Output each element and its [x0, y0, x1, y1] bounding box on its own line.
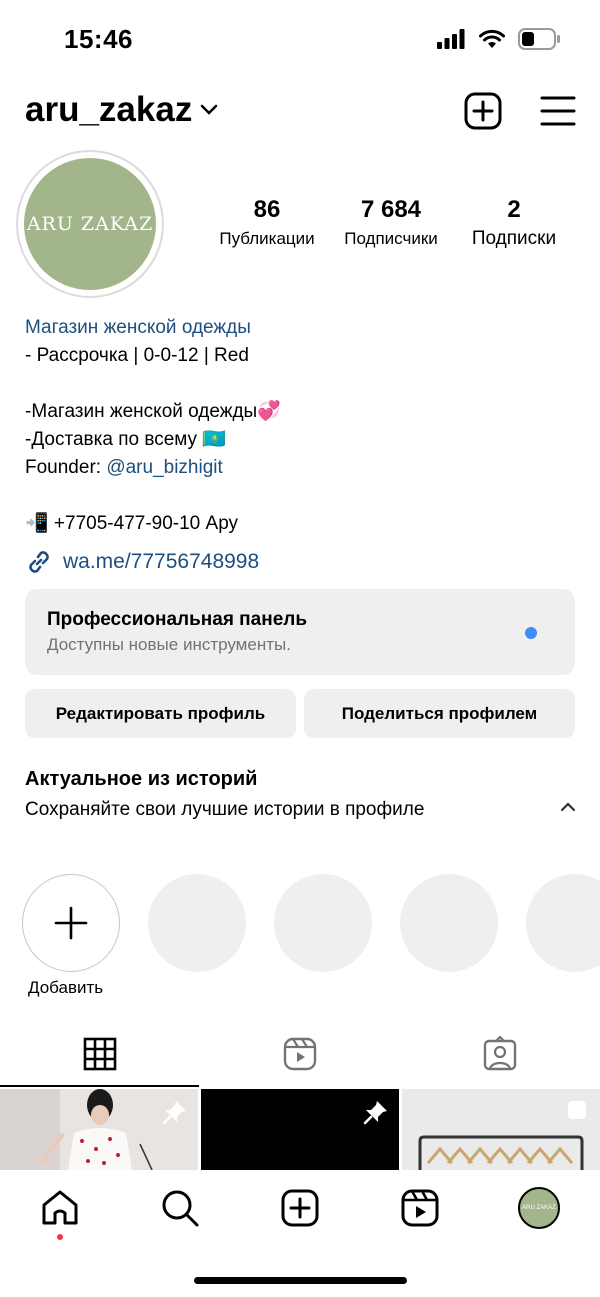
founder-prefix: Founder: [25, 457, 107, 478]
active-tab-indicator [0, 1085, 199, 1087]
menu-icon[interactable] [539, 92, 577, 130]
home-indicator [194, 1277, 407, 1284]
highlight-placeholder [274, 874, 372, 972]
home-icon[interactable] [40, 1188, 80, 1228]
posts-count: 86 [253, 196, 281, 223]
followers-stat[interactable]: 7 684 Подписчики [333, 196, 449, 254]
status-icons [436, 28, 560, 50]
highlights-title: Актуальное из историй [25, 768, 258, 790]
highlights-subtitle: Сохраняйте свои лучшие истории в профиле [25, 799, 425, 820]
chevron-up-icon[interactable] [558, 800, 578, 814]
username-switcher[interactable]: aru_zakaz [25, 90, 218, 130]
posts-label: Публикации [219, 229, 315, 248]
reels-tab-icon[interactable] [282, 1036, 318, 1072]
followers-count: 7 684 [360, 196, 422, 223]
bio-category[interactable]: Магазин женской одежды [25, 314, 281, 342]
create-post-icon[interactable] [464, 92, 502, 130]
bio-phone: 📲 +7705-477-90-10 Ару [25, 513, 239, 534]
nav-avatar-text: ARU ZAKAZ [522, 1205, 556, 1211]
carousel-icon [568, 1101, 586, 1119]
profile-tab-avatar[interactable]: ARU ZAKAZ [518, 1187, 560, 1229]
highlight-placeholder [526, 874, 600, 972]
chevron-down-icon [201, 104, 218, 115]
professional-dashboard[interactable]: Профессиональная панель Доступны новые и… [25, 589, 575, 675]
create-icon[interactable] [280, 1188, 320, 1228]
notification-dot [525, 627, 537, 639]
followers-label: Подписчики [344, 229, 438, 248]
share-profile-button[interactable]: Поделиться профилем [304, 689, 575, 738]
bio-line: - Рассрочка | 0-0-12 | Red [25, 345, 249, 366]
founder-mention-link[interactable]: @aru_bizhigit [106, 457, 222, 478]
bio-blank-line [25, 370, 281, 398]
bio-line: -Доставка по всему 🇰🇿 [25, 429, 226, 450]
add-highlight-button[interactable] [22, 874, 120, 972]
edit-profile-button[interactable]: Редактировать профиль [25, 689, 296, 738]
cellular-signal-icon [437, 29, 465, 49]
battery-icon [518, 28, 560, 50]
post-thumbnail[interactable] [0, 1089, 198, 1170]
profile-avatar[interactable]: ARU ZAKAZ [16, 150, 164, 298]
plus-icon [54, 906, 88, 940]
bio-founder: Founder: @aru_bizhigit [25, 454, 281, 482]
pinned-icon [363, 1101, 387, 1125]
search-icon[interactable] [160, 1188, 200, 1228]
pro-panel-title: Профессиональная панель [47, 609, 308, 630]
post-thumbnail[interactable] [402, 1089, 600, 1170]
pinned-icon [162, 1101, 186, 1125]
highlight-placeholder [400, 874, 498, 972]
status-time: 15:46 [64, 24, 133, 54]
grid-tab-icon[interactable] [82, 1036, 118, 1072]
following-label: Подписки [471, 228, 557, 249]
tagged-tab-icon[interactable] [482, 1036, 518, 1072]
following-stat[interactable]: 2 Подписки [456, 196, 572, 254]
bio-line: -Магазин женской одежды💞 [25, 401, 281, 422]
following-count: 2 [507, 196, 521, 223]
bio-link-text: wa.me/77756748998 [63, 550, 260, 573]
reels-icon[interactable] [400, 1188, 440, 1228]
bio-blank-line [25, 482, 281, 510]
posts-stat[interactable]: 86 Публикации [208, 196, 326, 254]
post-thumbnail[interactable] [201, 1089, 399, 1170]
avatar-logo: ARU ZAKAZ [24, 158, 156, 290]
pro-panel-subtitle: Доступны новые инструменты. [47, 635, 291, 654]
highlight-placeholder [148, 874, 246, 972]
add-highlight-label: Добавить [28, 978, 104, 997]
username: aru_zakaz [25, 90, 193, 129]
wifi-icon [479, 29, 505, 48]
bio-link[interactable]: wa.me/77756748998 [25, 548, 259, 576]
bio: Магазин женской одежды - Рассрочка | 0-0… [25, 314, 281, 538]
link-icon [29, 551, 49, 573]
home-notification-dot [57, 1234, 63, 1240]
